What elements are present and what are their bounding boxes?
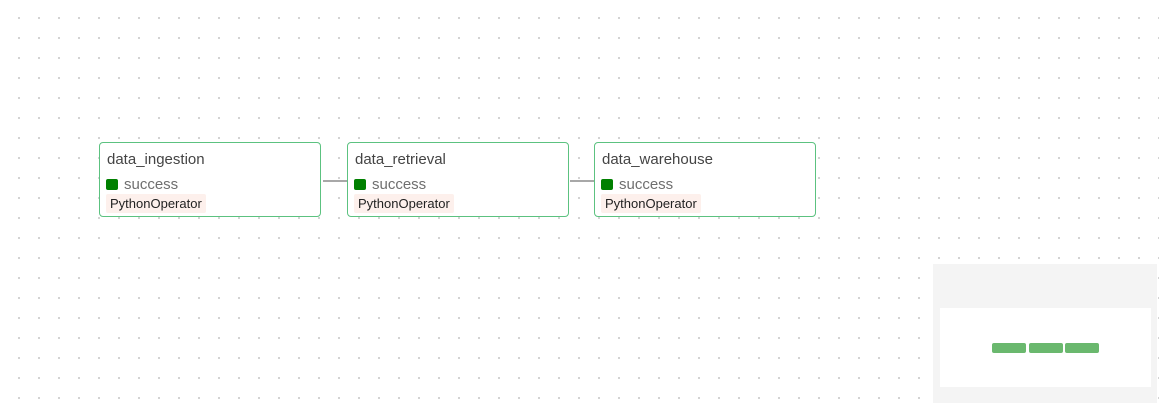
minimap[interactable] [933,264,1157,403]
task-state-label: success [372,175,427,193]
minimap-viewport[interactable] [940,308,1151,387]
task-operator-badge: PythonOperator [106,194,206,213]
task-operator-badge: PythonOperator [601,194,701,213]
task-node-data-ingestion[interactable]: data_ingestion success PythonOperator [99,142,321,217]
task-operator-badge: PythonOperator [354,194,454,213]
edge-ingestion-to-retrieval [323,180,348,182]
task-state-label: success [124,175,179,193]
task-title: data_ingestion [107,151,205,168]
edge-retrieval-to-warehouse [570,180,595,182]
task-state-label: success [619,175,674,193]
task-title: data_retrieval [355,151,446,168]
task-state: success [106,175,179,193]
task-state: success [354,175,427,193]
minimap-node-data-retrieval [1029,343,1063,353]
task-title: data_warehouse [602,151,713,168]
success-state-icon [354,178,366,190]
task-state: success [601,175,674,193]
success-state-icon [106,178,118,190]
minimap-node-data-ingestion [992,343,1026,353]
task-node-data-retrieval[interactable]: data_retrieval success PythonOperator [347,142,569,217]
minimap-node-data-warehouse [1065,343,1099,353]
task-node-data-warehouse[interactable]: data_warehouse success PythonOperator [594,142,816,217]
success-state-icon [601,178,613,190]
